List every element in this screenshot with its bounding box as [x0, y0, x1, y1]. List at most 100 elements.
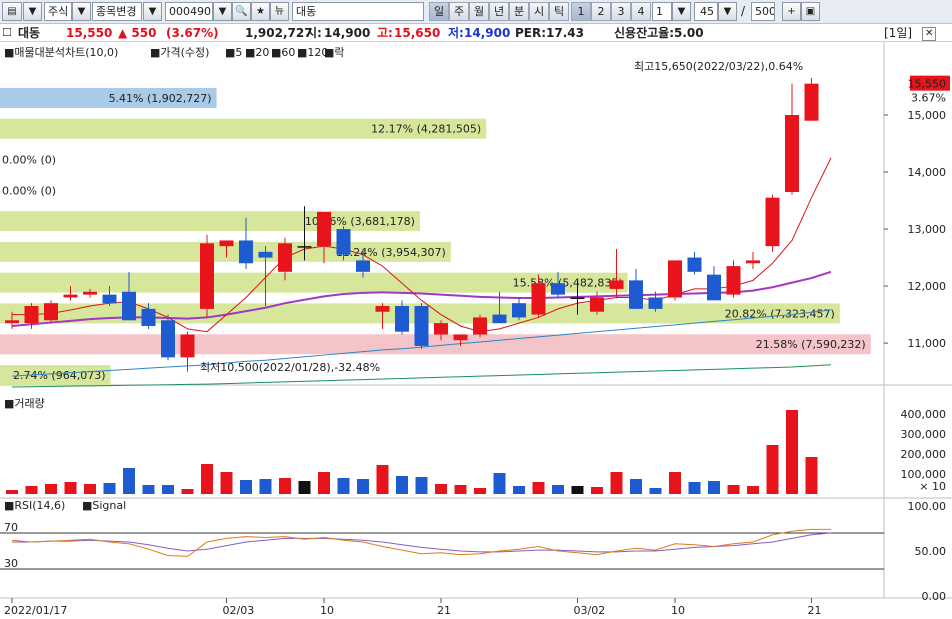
volume-bar	[259, 479, 272, 494]
volume-bar	[181, 489, 194, 494]
volume-bar	[708, 481, 720, 494]
volume-bar	[201, 464, 213, 494]
rsi-lower-label: 30	[4, 557, 18, 570]
volume-bar	[591, 487, 603, 494]
volume-bar	[279, 478, 291, 494]
candle-body	[531, 283, 546, 315]
candle-body	[726, 266, 741, 295]
date-label: 2022/01/17	[4, 604, 67, 617]
profile-label: 15.58% (5,482,835)	[513, 277, 623, 290]
candle-body	[629, 280, 643, 309]
profile-label: 5.41% (1,902,727)	[109, 92, 212, 105]
date-label: 03/02	[574, 604, 606, 617]
candle-body	[200, 243, 214, 309]
candle-body	[239, 240, 253, 264]
volume-bar	[220, 472, 233, 494]
candle-body	[765, 197, 780, 247]
profile-label: 12.17% (4,281,505)	[371, 123, 481, 136]
legend-ma5: ■5	[225, 46, 242, 59]
legend-title: ■매물대분석차트(10,0)	[4, 46, 118, 59]
candle-body	[746, 260, 760, 264]
volume-bar	[552, 485, 564, 494]
date-label: 10	[320, 604, 334, 617]
profile-zone	[0, 334, 871, 355]
candle-body	[161, 320, 175, 358]
volume-bar	[727, 485, 740, 494]
volume-bar	[45, 484, 57, 494]
volume-bar	[786, 410, 798, 494]
candle-body	[180, 334, 195, 358]
candle-body	[219, 240, 234, 247]
candle-body	[5, 320, 19, 324]
profile-label: 0.00% (0)	[2, 153, 56, 166]
rsi-signal-title: ■Signal	[82, 499, 126, 512]
current-pct-label: 3.67%	[911, 92, 946, 105]
rsi-upper-label: 70	[4, 521, 18, 534]
candle-body	[804, 83, 819, 121]
candle-body	[63, 294, 78, 298]
volume-bar	[435, 484, 447, 494]
candle-body	[336, 229, 351, 255]
volume-bar	[103, 483, 116, 494]
volume-bar	[64, 482, 77, 494]
legend-price: ■가격(수정)	[150, 46, 209, 59]
price-tick-label: 15,000	[908, 109, 947, 122]
volume-bar	[396, 476, 408, 494]
rsi-tick-label: 50.00	[915, 545, 947, 558]
legend-ma60: ■60	[271, 46, 295, 59]
candle-body	[473, 317, 487, 335]
candle-body	[707, 274, 721, 301]
date-label: 10	[671, 604, 685, 617]
profile-label: 21.58% (7,590,232)	[756, 338, 866, 351]
profile-label: 20.82% (7,323,457)	[725, 307, 835, 320]
volume-bar	[25, 486, 38, 494]
date-label: 21	[437, 604, 451, 617]
volume-tick-label: 200,000	[901, 448, 947, 461]
volume-bar	[123, 468, 135, 494]
current-price-label: 15,550	[908, 78, 947, 91]
volume-bar	[474, 488, 486, 494]
candle-body	[356, 260, 370, 272]
rsi-title: ■RSI(14,6)	[4, 499, 65, 512]
volume-bar	[571, 486, 584, 494]
candle-body	[375, 306, 390, 312]
volume-bar	[298, 481, 311, 494]
candle-body	[512, 303, 526, 318]
candle-body	[785, 115, 799, 192]
candle-body	[609, 280, 624, 289]
volume-bar	[454, 485, 467, 494]
volume-bar	[162, 485, 174, 494]
candle-body	[414, 306, 429, 346]
volume-bar	[415, 477, 428, 494]
volume-bar	[376, 465, 389, 494]
candle-body	[590, 297, 604, 312]
candle-body	[687, 257, 702, 272]
volume-unit: × 10	[919, 480, 946, 493]
candle-body	[648, 297, 663, 309]
candle-body	[24, 306, 39, 324]
volume-bar	[337, 478, 350, 494]
candle-body	[570, 297, 585, 299]
volume-bar	[805, 457, 818, 494]
rsi-tick-label: 100.00	[908, 500, 947, 513]
volume-title: ■거래량	[4, 397, 45, 410]
candle-body	[668, 260, 682, 298]
candle-body	[102, 294, 117, 304]
profile-label: 11.24% (3,954,307)	[336, 246, 446, 259]
volume-bar	[766, 445, 779, 494]
stock-chart[interactable]: 5.41% (1,902,727) 12.17% (4,281,505) 0.00%…	[0, 0, 952, 619]
volume-bar	[688, 482, 701, 494]
candle-body	[434, 323, 448, 335]
volume-bar	[532, 482, 545, 494]
candle-body	[492, 314, 507, 324]
date-label: 21	[808, 604, 822, 617]
price-tick-label: 14,000	[908, 166, 947, 179]
candle-body	[297, 246, 312, 248]
volume-bar	[669, 472, 681, 494]
candle-body	[278, 243, 292, 272]
candle-body	[551, 283, 565, 295]
candle-body	[141, 308, 156, 326]
volume-bar	[6, 490, 18, 494]
volume-bar	[357, 479, 369, 494]
candle-body	[453, 334, 468, 341]
